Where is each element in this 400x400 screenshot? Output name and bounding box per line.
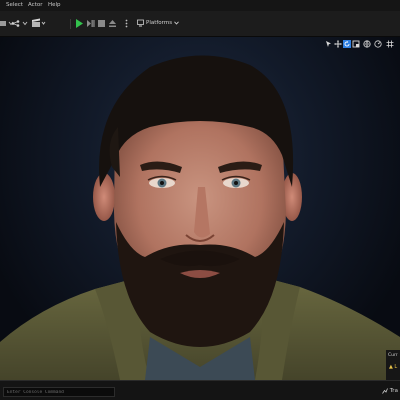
- console-command-input[interactable]: [3, 387, 115, 397]
- eject-icon: [109, 20, 116, 27]
- details-side-panel: Curr ▲ L: [386, 350, 400, 380]
- main-toolbar: Platforms: [0, 11, 400, 37]
- trace-icon: [382, 387, 388, 394]
- move-icon[interactable]: [334, 40, 342, 48]
- play-button[interactable]: [75, 18, 84, 29]
- stop-button[interactable]: [97, 18, 106, 29]
- world-icon[interactable]: [363, 40, 371, 48]
- eject-button[interactable]: [108, 18, 117, 29]
- camera-speed-icon[interactable]: [374, 40, 382, 48]
- select-icon[interactable]: [325, 40, 333, 48]
- snap-icon: [11, 20, 28, 27]
- warning-icon: ▲ L: [389, 364, 398, 370]
- level-viewport[interactable]: Curr ▲ L: [0, 37, 400, 380]
- menu-select[interactable]: Select: [6, 0, 23, 11]
- play-icon: [76, 19, 83, 28]
- platforms-label: Platforms: [146, 18, 179, 29]
- platforms-text: Platforms: [146, 20, 173, 26]
- scale-icon[interactable]: [352, 40, 360, 48]
- character-render: [0, 55, 400, 380]
- clapperboard-icon: [32, 18, 46, 27]
- stop-icon: [98, 20, 105, 27]
- platforms-button[interactable]: Platforms: [137, 18, 179, 29]
- side-panel-title: Curr: [388, 353, 398, 358]
- status-bar: Tra: [0, 380, 400, 400]
- menu-bar: Select Actor Help: [0, 0, 400, 11]
- trace-label: Tra: [389, 388, 398, 394]
- cinematics-dropdown[interactable]: [32, 18, 46, 29]
- platforms-icon: [137, 19, 144, 27]
- play-options-button[interactable]: [122, 18, 131, 29]
- rotate-icon[interactable]: [343, 40, 351, 48]
- trace-button[interactable]: Tra: [382, 386, 398, 396]
- chevron-down-icon: [173, 20, 179, 25]
- grid-icon[interactable]: [386, 40, 394, 48]
- snap-dropdown[interactable]: [10, 18, 32, 29]
- menu-help[interactable]: Help: [48, 0, 61, 11]
- hamburger-icon: [125, 19, 128, 28]
- pause-button[interactable]: [86, 18, 95, 29]
- pause-icon: [87, 20, 95, 27]
- menu-actor[interactable]: Actor: [28, 0, 42, 11]
- toolbar-separator: [70, 19, 71, 29]
